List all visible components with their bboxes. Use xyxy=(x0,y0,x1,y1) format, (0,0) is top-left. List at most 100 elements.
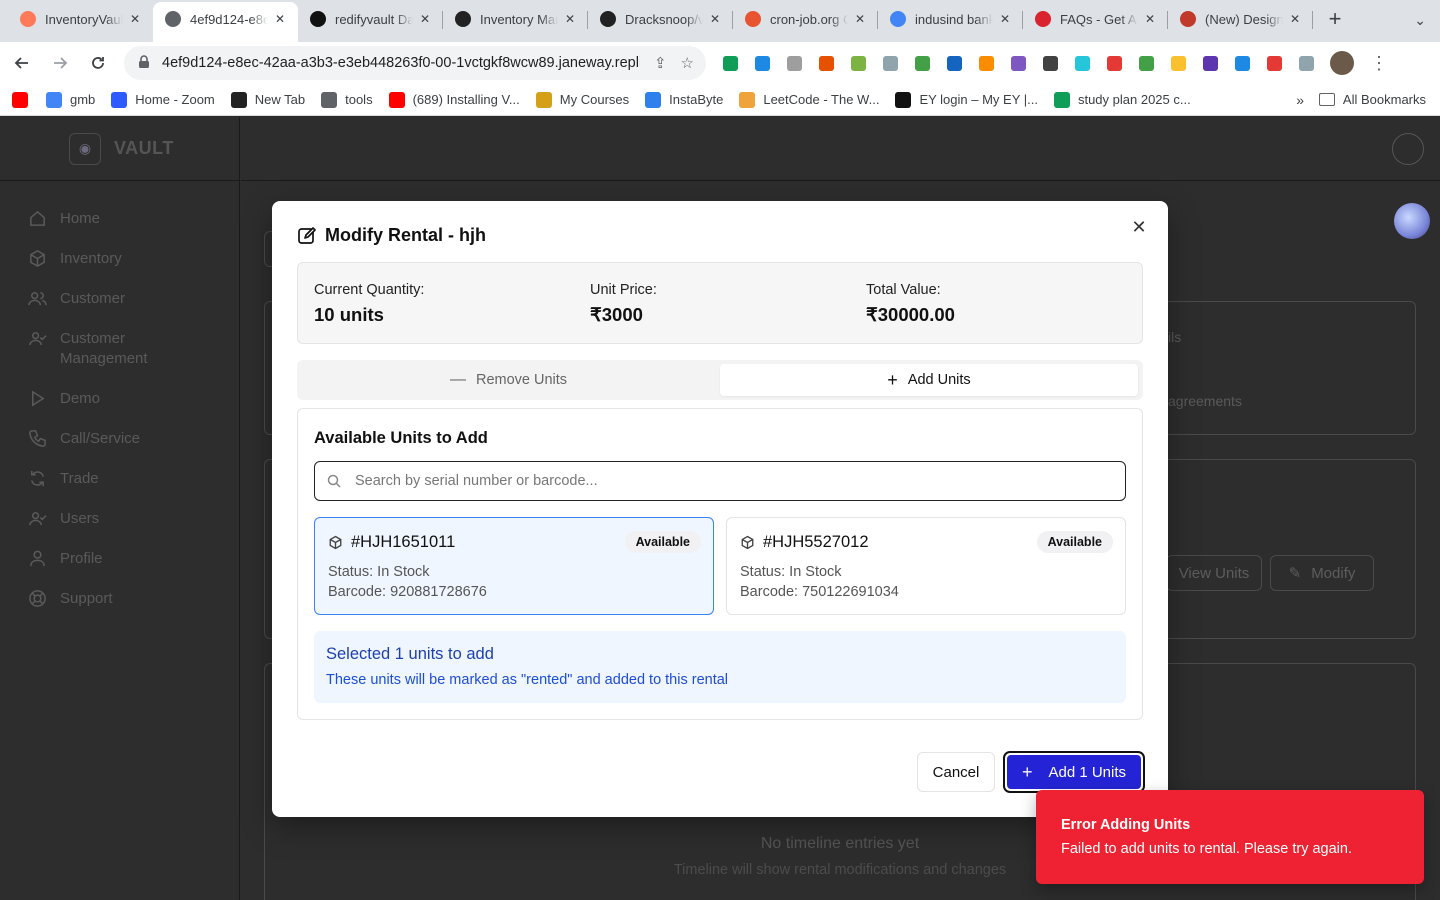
extension-icon[interactable] xyxy=(974,55,998,71)
extension-icon[interactable] xyxy=(782,55,806,71)
extension-icon[interactable] xyxy=(1166,55,1190,71)
sidebar-item-trade[interactable]: Trade xyxy=(0,459,239,499)
sidebar-item-customer[interactable]: Customer xyxy=(0,279,239,319)
error-toast[interactable]: Error Adding Units Failed to add units t… xyxy=(1036,790,1424,884)
share-icon[interactable]: ⇪ xyxy=(654,54,667,72)
floating-avatar[interactable] xyxy=(1394,203,1430,239)
remove-units-label: Remove Units xyxy=(475,372,568,388)
tab-add-units[interactable]: + Add Units xyxy=(720,364,1138,396)
browser-tab[interactable]: FAQs - Get Answers ✕ xyxy=(1023,2,1168,36)
back-button[interactable] xyxy=(6,47,38,79)
total-value: Total Value: ₹30000.00 xyxy=(866,282,955,326)
all-bookmarks-label: All Bookmarks xyxy=(1342,92,1426,107)
extension-icon[interactable] xyxy=(1294,55,1318,71)
unit-card[interactable]: #HJH1651011 Available Status: In Stock Barc… xyxy=(314,517,714,615)
extension-icon[interactable] xyxy=(846,55,870,71)
bookmark-item[interactable]: EY login – My EY |... xyxy=(895,91,1038,108)
add-units-label: Add Units xyxy=(907,372,971,388)
design-favicon-icon xyxy=(1180,11,1196,27)
cancel-button[interactable]: Cancel xyxy=(917,752,995,792)
close-tab-icon[interactable]: ✕ xyxy=(127,12,143,26)
close-tab-icon[interactable]: ✕ xyxy=(1142,12,1158,26)
status-badge: Available xyxy=(1036,531,1113,553)
sidebar-item-demo[interactable]: Demo xyxy=(0,379,239,419)
sidebar-item-support[interactable]: Support xyxy=(0,579,239,619)
bookmark-item[interactable]: My Courses xyxy=(535,91,629,108)
dialog-header: Modify Rental - hjh xyxy=(297,225,486,246)
bookmark-star-icon[interactable]: ☆ xyxy=(681,54,694,72)
forward-button[interactable] xyxy=(44,47,76,79)
bookmark-item[interactable]: LeetCode - The W... xyxy=(739,91,879,108)
unit-search-field[interactable] xyxy=(314,461,1126,501)
extension-icon[interactable] xyxy=(1198,55,1222,71)
browser-tab[interactable]: (New) Designer ✕ xyxy=(1168,2,1313,36)
close-icon[interactable]: ✕ xyxy=(1128,216,1150,238)
browser-tab[interactable]: cron-job.org Console ✕ xyxy=(733,2,878,36)
extension-icon[interactable] xyxy=(1230,55,1254,71)
sidebar-item-profile[interactable]: Profile xyxy=(0,539,239,579)
close-tab-icon[interactable]: ✕ xyxy=(417,12,433,26)
add-units-button[interactable]: + Add 1 Units xyxy=(1003,751,1145,793)
site-info-icon[interactable] xyxy=(138,54,150,72)
browser-tab[interactable]: 4ef9d124-e8ec ✕ xyxy=(153,2,298,42)
user-menu-icon[interactable] xyxy=(1392,133,1424,165)
close-tab-icon[interactable]: ✕ xyxy=(562,12,578,26)
extension-icon[interactable] xyxy=(1134,55,1158,71)
browser-tab[interactable]: Dracksnoop/vault ✕ xyxy=(588,2,733,36)
search-input[interactable] xyxy=(355,473,1125,489)
bookmark-item[interactable]: tools xyxy=(321,91,373,108)
bookmark-item[interactable]: (689) Installing V... xyxy=(388,91,520,108)
bookmark-item[interactable]: InstaByte xyxy=(645,91,723,108)
extension-icon[interactable] xyxy=(910,55,934,71)
bookmark-item[interactable]: Home - Zoom xyxy=(111,91,215,108)
sidebar-item-inventory[interactable]: Inventory xyxy=(0,239,239,279)
close-tab-icon[interactable]: ✕ xyxy=(272,12,288,26)
more-bookmarks-icon[interactable]: » xyxy=(1296,92,1304,108)
tab-search-chevron-icon[interactable]: ⌄ xyxy=(1414,12,1426,29)
tab-remove-units[interactable]: — Remove Units xyxy=(301,364,716,396)
bookmark-label: tools xyxy=(345,92,373,107)
browser-menu-icon[interactable]: ⋮ xyxy=(1370,53,1388,74)
extension-icon[interactable] xyxy=(814,55,838,71)
browser-tab[interactable]: indusind bank ✕ xyxy=(878,2,1023,36)
close-tab-icon[interactable]: ✕ xyxy=(852,12,868,26)
new-tab-button[interactable]: + xyxy=(1319,2,1351,36)
extension-icon[interactable] xyxy=(1262,55,1286,71)
browser-tab[interactable]: redifyvault Database ✕ xyxy=(298,2,443,36)
extension-icon[interactable] xyxy=(1038,55,1062,71)
tab-title: FAQs - Get Answers xyxy=(1060,11,1138,27)
faq-favicon-icon xyxy=(1035,11,1051,27)
browser-tab[interactable]: Inventory Manager ✕ xyxy=(443,2,588,36)
close-tab-icon[interactable]: ✕ xyxy=(707,12,723,26)
extension-icon[interactable] xyxy=(718,55,742,71)
unit-card[interactable]: #HJH5527012 Available Status: In Stock Barc… xyxy=(726,517,1126,615)
close-tab-icon[interactable]: ✕ xyxy=(1287,12,1303,26)
extension-icon[interactable] xyxy=(1102,55,1126,71)
extension-icon[interactable] xyxy=(1006,55,1030,71)
extension-icon[interactable] xyxy=(750,55,774,71)
bookmark-label: gmb xyxy=(70,92,96,107)
sidebar: ◉ VAULT Home Inventory Customer Customer Ma… xyxy=(0,117,240,900)
bookmark-item[interactable]: study plan 2025 c... xyxy=(1053,91,1191,108)
browser-tab[interactable]: InventoryVault ✕ xyxy=(8,2,153,36)
close-tab-icon[interactable]: ✕ xyxy=(997,12,1013,26)
app-header xyxy=(241,117,1440,181)
sidebar-item-users[interactable]: Users xyxy=(0,499,239,539)
extension-icon[interactable] xyxy=(878,55,902,71)
add-units-button-body: + Add 1 Units xyxy=(1007,755,1141,789)
bookmark-item[interactable]: gmb xyxy=(46,91,96,108)
lifebuoy-icon xyxy=(28,589,47,608)
sidebar-item-home[interactable]: Home xyxy=(0,199,239,239)
sidebar-item-call-service[interactable]: Call/Service xyxy=(0,419,239,459)
tab-separator xyxy=(1312,11,1313,29)
bookmark-icon xyxy=(111,91,128,108)
sidebar-item-customer-management[interactable]: Customer Management xyxy=(0,319,239,379)
address-bar[interactable]: 4ef9d124-e8ec-42aa-a3b3-e3eb448263f0-00-… xyxy=(124,46,706,80)
all-bookmarks-folder[interactable]: All Bookmarks xyxy=(1318,92,1426,107)
bookmark-item[interactable]: New Tab xyxy=(230,91,305,108)
extension-icon[interactable] xyxy=(1070,55,1094,71)
bookmark-item[interactable] xyxy=(12,91,36,108)
extension-icon[interactable] xyxy=(942,55,966,71)
reload-button[interactable] xyxy=(82,47,114,79)
profile-avatar[interactable] xyxy=(1330,51,1354,75)
